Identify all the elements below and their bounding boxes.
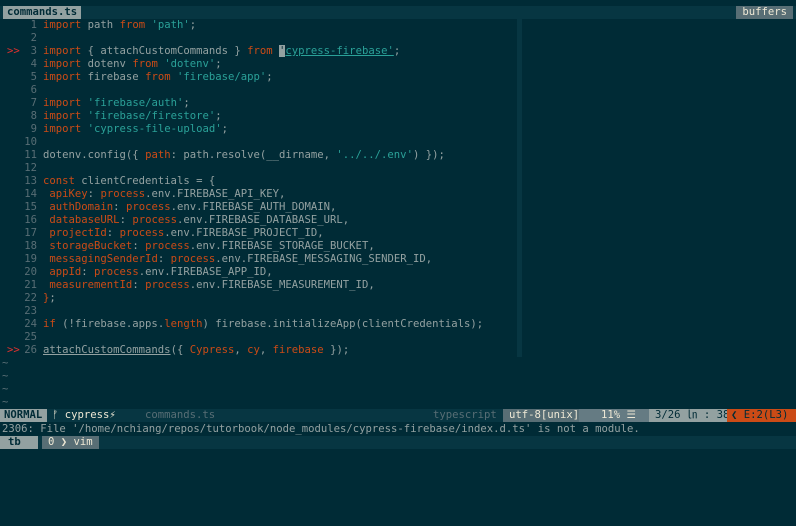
code-text: const clientCredentials = { [43, 175, 216, 187]
diagnostic-sign: >> [7, 344, 20, 356]
error-count-badge[interactable]: ❮ E:2(L3) [727, 409, 796, 422]
line-number: 5 [30, 71, 37, 83]
code-text: import { attachCustomCommands } from 'cy… [43, 45, 401, 57]
buffers-indicator[interactable]: buffers [736, 6, 793, 19]
line-number: 18 [24, 240, 37, 252]
statusline: NORMAL ᚠ cypress⚡ commands.ts typescript… [0, 409, 796, 422]
command-line-message: 2306: File '/home/nchiang/repos/tutorboo… [2, 423, 640, 435]
code-text: attachCustomCommands({ Cypress, cy, fire… [43, 344, 350, 356]
mode-indicator: NORMAL [0, 409, 47, 422]
cursor-position: 3/26 ㏑ : 38 [649, 409, 729, 422]
code-text: import firebase from 'firebase/app'; [43, 71, 273, 83]
line-number: 9 [30, 123, 37, 135]
line-number: 3 [30, 45, 37, 57]
empty-line-tilde: ~ [2, 396, 9, 408]
line-number: 10 [24, 136, 37, 148]
line-number: 17 [24, 227, 37, 239]
file-encoding: utf-8[unix] [503, 409, 579, 422]
code-text: appId: process.env.FIREBASE_APP_ID, [49, 266, 273, 278]
code-text: apiKey: process.env.FIREBASE_API_KEY, [49, 188, 286, 200]
line-number: 26 [24, 344, 37, 356]
empty-line-tilde: ~ [2, 370, 9, 382]
code-text: }; [43, 292, 56, 304]
line-number: 1 [30, 19, 37, 31]
git-branch: ᚠ cypress⚡ [52, 409, 116, 421]
tab-commands-ts[interactable]: commands.ts [3, 6, 82, 19]
line-number: 8 [30, 110, 37, 122]
tabline: commands.ts buffers [0, 6, 796, 19]
line-number: 7 [30, 97, 37, 109]
line-number: 14 [24, 188, 37, 200]
line-number: 23 [24, 305, 37, 317]
code-text: storageBucket: process.env.FIREBASE_STOR… [49, 240, 375, 252]
filetype: typescript [433, 409, 497, 421]
code-text: import 'firebase/firestore'; [43, 110, 222, 122]
line-number: 20 [24, 266, 37, 278]
status-filename: commands.ts [145, 409, 216, 421]
editor-pane[interactable]: 1 import path from 'path'; 2 >> 3 import { at… [0, 19, 796, 409]
diagnostic-sign: >> [7, 45, 20, 57]
code-text: messagingSenderId: process.env.FIREBASE_… [49, 253, 433, 265]
code-text: import 'firebase/auth'; [43, 97, 190, 109]
tmux-window-vim[interactable]: 0 ❯ vim [42, 436, 99, 449]
code-text: authDomain: process.env.FIREBASE_AUTH_DO… [49, 201, 337, 213]
code-text: projectId: process.env.FIREBASE_PROJECT_… [49, 227, 324, 239]
code-text: dotenv.config({ path: path.resolve(__dir… [43, 149, 445, 161]
tmux-session[interactable]: tb [0, 436, 38, 449]
code-text: import dotenv from 'dotenv'; [43, 58, 222, 70]
line-number: 6 [30, 84, 37, 96]
line-number: 13 [24, 175, 37, 187]
tmux-status-bar: tb 0 ❯ vim [0, 436, 796, 449]
line-number: 19 [24, 253, 37, 265]
code-text: if (!firebase.apps.length) firebase.init… [43, 318, 484, 330]
code-text: measurementId: process.env.FIREBASE_MEAS… [49, 279, 375, 291]
empty-line-tilde: ~ [2, 383, 9, 395]
color-column [517, 19, 522, 357]
line-number: 24 [24, 318, 37, 330]
code-text: import 'cypress-file-upload'; [43, 123, 228, 135]
line-number: 21 [24, 279, 37, 291]
line-number: 4 [30, 58, 37, 70]
line-number: 2 [30, 32, 37, 44]
line-number: 11 [24, 149, 37, 161]
code-text: databaseURL: process.env.FIREBASE_DATABA… [49, 214, 350, 226]
line-number: 22 [24, 292, 37, 304]
line-number: 15 [24, 201, 37, 213]
empty-line-tilde: ~ [2, 357, 9, 369]
scroll-percent: 11% ☰ [579, 409, 649, 422]
code-text: import path from 'path'; [43, 19, 197, 31]
line-number: 16 [24, 214, 37, 226]
line-number: 12 [24, 162, 37, 174]
line-number: 25 [24, 331, 37, 343]
